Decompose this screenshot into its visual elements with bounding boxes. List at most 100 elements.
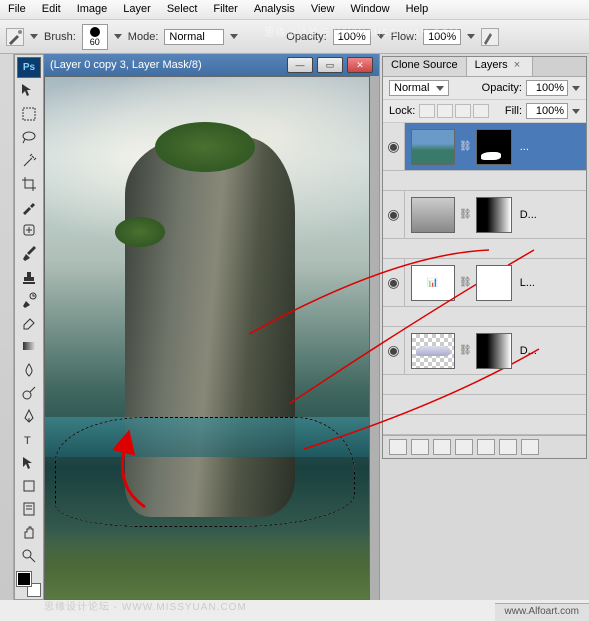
- layer-thumbnail[interactable]: [411, 333, 455, 369]
- dropdown-icon[interactable]: [230, 34, 238, 39]
- document-titlebar: (Layer 0 copy 3, Layer Mask/8) — ▭ ✕: [44, 54, 379, 76]
- layer-mask-thumbnail[interactable]: [476, 333, 512, 369]
- watermark: 思缘设计论坛 - WWW.MISSYUAN.COM: [44, 598, 247, 613]
- layer-name[interactable]: D...: [516, 209, 541, 221]
- tab-clone-source[interactable]: Clone Source: [383, 57, 467, 76]
- layer-thumbnail[interactable]: [411, 197, 455, 233]
- maximize-button[interactable]: ▭: [317, 57, 343, 73]
- dropdown-icon[interactable]: [572, 109, 580, 114]
- zoom-tool[interactable]: [17, 545, 41, 566]
- wand-tool[interactable]: [17, 150, 41, 171]
- lock-transparency-icon[interactable]: [419, 104, 435, 118]
- dropdown-icon[interactable]: [30, 34, 38, 39]
- layer-mask-thumbnail[interactable]: [476, 265, 512, 301]
- layers-list: ◉ ⛓ ... ◉ ◉ ⛓ D...: [383, 123, 586, 435]
- layer-row[interactable]: ◉ 📊 ⛓ L...: [383, 259, 586, 307]
- tab-layers[interactable]: Layers×: [467, 57, 533, 76]
- visibility-toggle-icon[interactable]: ◉: [383, 191, 405, 238]
- eraser-tool[interactable]: [17, 313, 41, 334]
- layer-row[interactable]: ◉ ⛓ D...: [383, 191, 586, 239]
- adjustment-thumbnail[interactable]: 📊: [411, 265, 455, 301]
- layer-name[interactable]: L...: [516, 277, 539, 289]
- shape-tool[interactable]: [17, 475, 41, 496]
- layer-mask-thumbnail[interactable]: [476, 129, 512, 165]
- left-dock: [0, 54, 14, 600]
- type-tool[interactable]: T: [17, 429, 41, 450]
- lock-all-icon[interactable]: [473, 104, 489, 118]
- dropdown-icon[interactable]: [572, 86, 580, 91]
- healing-tool[interactable]: [17, 220, 41, 241]
- layer-mask-icon[interactable]: [433, 439, 451, 455]
- dropdown-icon[interactable]: [467, 34, 475, 39]
- brush-size: 60: [90, 37, 100, 47]
- panel-opacity-field[interactable]: 100%: [526, 80, 568, 96]
- layer-row[interactable]: ◉: [383, 171, 586, 191]
- canvas-artwork: [45, 529, 369, 599]
- brush-tool[interactable]: [17, 243, 41, 264]
- blur-tool[interactable]: [17, 359, 41, 380]
- close-button[interactable]: ✕: [347, 57, 373, 73]
- menu-filter[interactable]: Filter: [205, 0, 245, 19]
- marquee-tool[interactable]: [17, 103, 41, 124]
- hand-tool[interactable]: [17, 522, 41, 543]
- pen-tool[interactable]: [17, 406, 41, 427]
- panels-dock: Clone Source Layers× Normal Opacity: 100…: [379, 54, 589, 600]
- menu-help[interactable]: Help: [398, 0, 437, 19]
- dodge-tool[interactable]: [17, 382, 41, 403]
- menu-select[interactable]: Select: [159, 0, 206, 19]
- menu-view[interactable]: View: [303, 0, 343, 19]
- brush-preset-picker[interactable]: 60: [82, 24, 108, 50]
- new-layer-icon[interactable]: [499, 439, 517, 455]
- layer-row[interactable]: ◉ ⛓ ...: [383, 123, 586, 171]
- crop-tool[interactable]: [17, 173, 41, 194]
- layer-style-icon[interactable]: [411, 439, 429, 455]
- lock-position-icon[interactable]: [455, 104, 471, 118]
- move-tool[interactable]: [17, 80, 41, 101]
- link-layers-icon[interactable]: [389, 439, 407, 455]
- menu-image[interactable]: Image: [69, 0, 116, 19]
- color-swatches[interactable]: [17, 572, 41, 597]
- layer-row[interactable]: ◉: [383, 239, 586, 259]
- visibility-toggle-icon[interactable]: ◉: [383, 259, 405, 306]
- lasso-tool[interactable]: [17, 127, 41, 148]
- layer-name[interactable]: ...: [516, 141, 533, 153]
- layer-row[interactable]: ◉: [383, 395, 586, 415]
- dropdown-icon[interactable]: [114, 34, 122, 39]
- menu-file[interactable]: File: [0, 0, 34, 19]
- link-icon: ⛓: [459, 209, 472, 220]
- stamp-tool[interactable]: [17, 266, 41, 287]
- layer-mask-thumbnail[interactable]: [476, 197, 512, 233]
- close-icon[interactable]: ×: [510, 57, 524, 73]
- layer-name[interactable]: D...: [516, 345, 541, 357]
- menu-window[interactable]: Window: [342, 0, 397, 19]
- fill-label: Fill:: [505, 105, 522, 117]
- foreground-color[interactable]: [17, 572, 31, 586]
- gradient-tool[interactable]: [17, 336, 41, 357]
- menu-analysis[interactable]: Analysis: [246, 0, 303, 19]
- menu-edit[interactable]: Edit: [34, 0, 69, 19]
- notes-tool[interactable]: [17, 498, 41, 519]
- airbrush-icon[interactable]: [481, 28, 499, 46]
- eyedropper-tool[interactable]: [17, 196, 41, 217]
- delete-layer-icon[interactable]: [521, 439, 539, 455]
- tool-preset-icon[interactable]: [6, 28, 24, 46]
- blend-mode-dropdown[interactable]: Normal: [389, 80, 449, 96]
- path-select-tool[interactable]: [17, 452, 41, 473]
- visibility-toggle-icon[interactable]: ◉: [383, 123, 405, 170]
- layer-thumbnail[interactable]: [411, 129, 455, 165]
- visibility-toggle-icon[interactable]: ◉: [383, 327, 405, 374]
- mode-dropdown[interactable]: Normal: [164, 29, 224, 45]
- layer-row[interactable]: ◉: [383, 415, 586, 435]
- menu-layer[interactable]: Layer: [115, 0, 159, 19]
- layer-row[interactable]: [383, 307, 586, 327]
- link-icon: ⛓: [459, 141, 472, 152]
- layer-row[interactable]: ◉: [383, 375, 586, 395]
- layer-row[interactable]: ◉ ⛓ D...: [383, 327, 586, 375]
- adjustment-layer-icon[interactable]: [455, 439, 473, 455]
- history-brush-tool[interactable]: [17, 289, 41, 310]
- document-canvas[interactable]: [44, 76, 370, 600]
- minimize-button[interactable]: —: [287, 57, 313, 73]
- lock-pixels-icon[interactable]: [437, 104, 453, 118]
- layer-group-icon[interactable]: [477, 439, 495, 455]
- fill-field[interactable]: 100%: [526, 103, 568, 119]
